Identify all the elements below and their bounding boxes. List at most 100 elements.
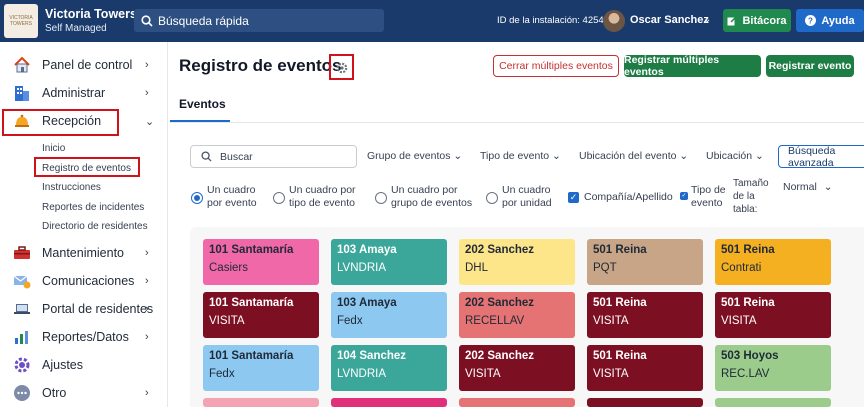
card-event-type: VISITA: [593, 368, 629, 380]
mail-icon: [13, 272, 31, 290]
card-event-type: RECELLAV: [465, 315, 525, 327]
radio-one-per-group[interactable]: [375, 192, 387, 204]
card-event-type: VISITA: [593, 315, 629, 327]
table-size-value: Normal: [783, 181, 817, 193]
tab-events[interactable]: Eventos: [179, 97, 226, 111]
event-card-partial[interactable]: [331, 398, 447, 407]
radio-one-per-type[interactable]: [273, 192, 285, 204]
card-event-type: Casiers: [209, 262, 248, 274]
event-card[interactable]: 101 Santamaría VISITA: [203, 292, 319, 338]
table-size-select[interactable]: Normal ⌄: [783, 181, 833, 194]
event-card[interactable]: 101 Santamaría Fedx: [203, 345, 319, 391]
chevron-right-icon: ›: [145, 59, 149, 71]
user-name[interactable]: Oscar Sanchez: [630, 14, 709, 26]
sidebar-item-ajustes[interactable]: Ajustes: [0, 351, 168, 379]
event-card-partial[interactable]: [459, 398, 575, 407]
sidebar-item-administrar[interactable]: Administrar ›: [0, 79, 168, 107]
event-card-partial[interactable]: [715, 398, 831, 407]
option-label: Compañía/Apellido: [584, 191, 673, 203]
chevron-right-icon: ›: [145, 87, 149, 99]
sidebar-item-label: Panel de control: [42, 58, 133, 72]
event-card[interactable]: 501 Reina VISITA: [587, 292, 703, 338]
filter-event-type[interactable]: Tipo de evento ⌄: [480, 150, 561, 162]
card-unit: 202 Sanchez: [465, 350, 535, 362]
radio-one-per-unit[interactable]: [486, 192, 498, 204]
edit-icon: [727, 15, 738, 25]
chevron-down-icon[interactable]: ⌄: [703, 14, 711, 25]
card-unit: 101 Santamaría: [209, 244, 294, 256]
chevron-right-icon: ›: [145, 331, 149, 343]
quick-search-input[interactable]: Búsqueda rápida: [134, 9, 384, 32]
event-card-partial[interactable]: [203, 398, 319, 407]
event-card[interactable]: 501 Reina PQT: [587, 239, 703, 285]
avatar[interactable]: [603, 10, 625, 32]
subnav-directorio-residentes[interactable]: Directorio de residentes: [42, 221, 148, 232]
card-unit: 501 Reina: [721, 297, 775, 309]
filter-label: Ubicación del evento: [579, 150, 677, 162]
card-event-type: LVNDRIA: [337, 368, 386, 380]
radio-one-per-event[interactable]: [191, 192, 203, 204]
event-card[interactable]: 104 Sanchez LVNDRIA: [331, 345, 447, 391]
chevron-right-icon: ›: [145, 303, 149, 315]
quick-search-placeholder: Búsqueda rápida: [158, 13, 249, 28]
filter-label: Ubicación: [706, 150, 753, 162]
filter-event-group[interactable]: Grupo de eventos ⌄: [367, 150, 462, 162]
sidebar-item-comunicaciones[interactable]: Comunicaciones ›: [0, 267, 168, 295]
card-event-type: DHL: [465, 262, 489, 274]
register-multiple-events-button[interactable]: Registrar múltiples eventos: [624, 54, 761, 78]
close-multiple-events-button[interactable]: Cerrar múltiples eventos: [493, 55, 619, 77]
sidebar-item-mantenimiento[interactable]: Mantenimiento ›: [0, 239, 168, 267]
filter-location[interactable]: Ubicación ⌄: [706, 150, 764, 162]
sidebar-item-otro[interactable]: Otro ›: [0, 379, 168, 407]
card-event-type: REC.LAV: [721, 368, 770, 380]
event-card-partial[interactable]: [587, 398, 703, 407]
house-icon: [13, 56, 31, 74]
sidebar-item-label: Ajustes: [42, 358, 83, 372]
event-card[interactable]: 501 Reina VISITA: [715, 292, 831, 338]
event-card[interactable]: 101 Santamaría Casiers: [203, 239, 319, 285]
search-icon: [201, 151, 212, 162]
brand-subtitle: Self Managed: [45, 23, 107, 34]
card-unit: 501 Reina: [593, 350, 647, 362]
subnav-instrucciones[interactable]: Instrucciones: [42, 182, 101, 193]
sidebar-item-portal[interactable]: Portal de residentes ›: [0, 295, 168, 323]
event-card[interactable]: 202 Sanchez VISITA: [459, 345, 575, 391]
gear-highlight: [329, 54, 354, 80]
event-card[interactable]: 501 Reina Contrati: [715, 239, 831, 285]
advanced-search-button[interactable]: Búsqueda avanzada: [778, 145, 864, 169]
sidebar-item-label: Reportes/Datos: [42, 330, 129, 344]
tab-divider: [170, 122, 864, 123]
event-card[interactable]: 503 Hoyos REC.LAV: [715, 345, 831, 391]
sidebar-item-panel[interactable]: Panel de control ›: [0, 51, 168, 79]
card-event-type: Fedx: [337, 315, 363, 327]
card-unit: 501 Reina: [593, 297, 647, 309]
table-size-label: Tamaño de la tabla:: [733, 178, 769, 215]
card-event-type: VISITA: [465, 368, 501, 380]
sidebar-item-label: Mantenimiento: [42, 246, 124, 260]
logo-text: VICTORIA TOWERS: [9, 15, 33, 27]
chevron-down-icon: ⌄: [453, 150, 463, 162]
option-label: Un cuadro por evento: [207, 184, 257, 209]
tab-active-indicator: [170, 120, 230, 122]
subnav-reportes-incidentes[interactable]: Reportes de incidentes: [42, 202, 144, 213]
help-button[interactable]: ? Ayuda: [796, 9, 864, 32]
event-card[interactable]: 501 Reina VISITA: [587, 345, 703, 391]
bitacora-button[interactable]: Bitácora: [723, 9, 791, 32]
checkbox-event-type[interactable]: ✓: [680, 192, 688, 200]
register-event-button[interactable]: Registrar evento: [766, 55, 854, 77]
event-card[interactable]: 202 Sanchez DHL: [459, 239, 575, 285]
card-event-type: VISITA: [721, 315, 757, 327]
option-label: Un cuadro por tipo de evento: [289, 184, 356, 209]
event-card[interactable]: 103 Amaya Fedx: [331, 292, 447, 338]
sidebar-item-reportes[interactable]: Reportes/Datos ›: [0, 323, 168, 351]
event-card[interactable]: 202 Sanchez RECELLAV: [459, 292, 575, 338]
help-icon: ?: [805, 15, 817, 26]
event-card[interactable]: 103 Amaya LVNDRIA: [331, 239, 447, 285]
laptop-icon: [13, 300, 31, 318]
brand-logo[interactable]: VICTORIA TOWERS: [4, 4, 38, 38]
filter-event-location[interactable]: Ubicación del evento ⌄: [579, 150, 688, 162]
checkbox-company-surname[interactable]: ✓: [568, 192, 579, 203]
option-label: Tipo de evento: [691, 184, 726, 209]
search-input[interactable]: Buscar: [190, 145, 357, 168]
subnav-inicio[interactable]: Inicio: [42, 143, 65, 154]
